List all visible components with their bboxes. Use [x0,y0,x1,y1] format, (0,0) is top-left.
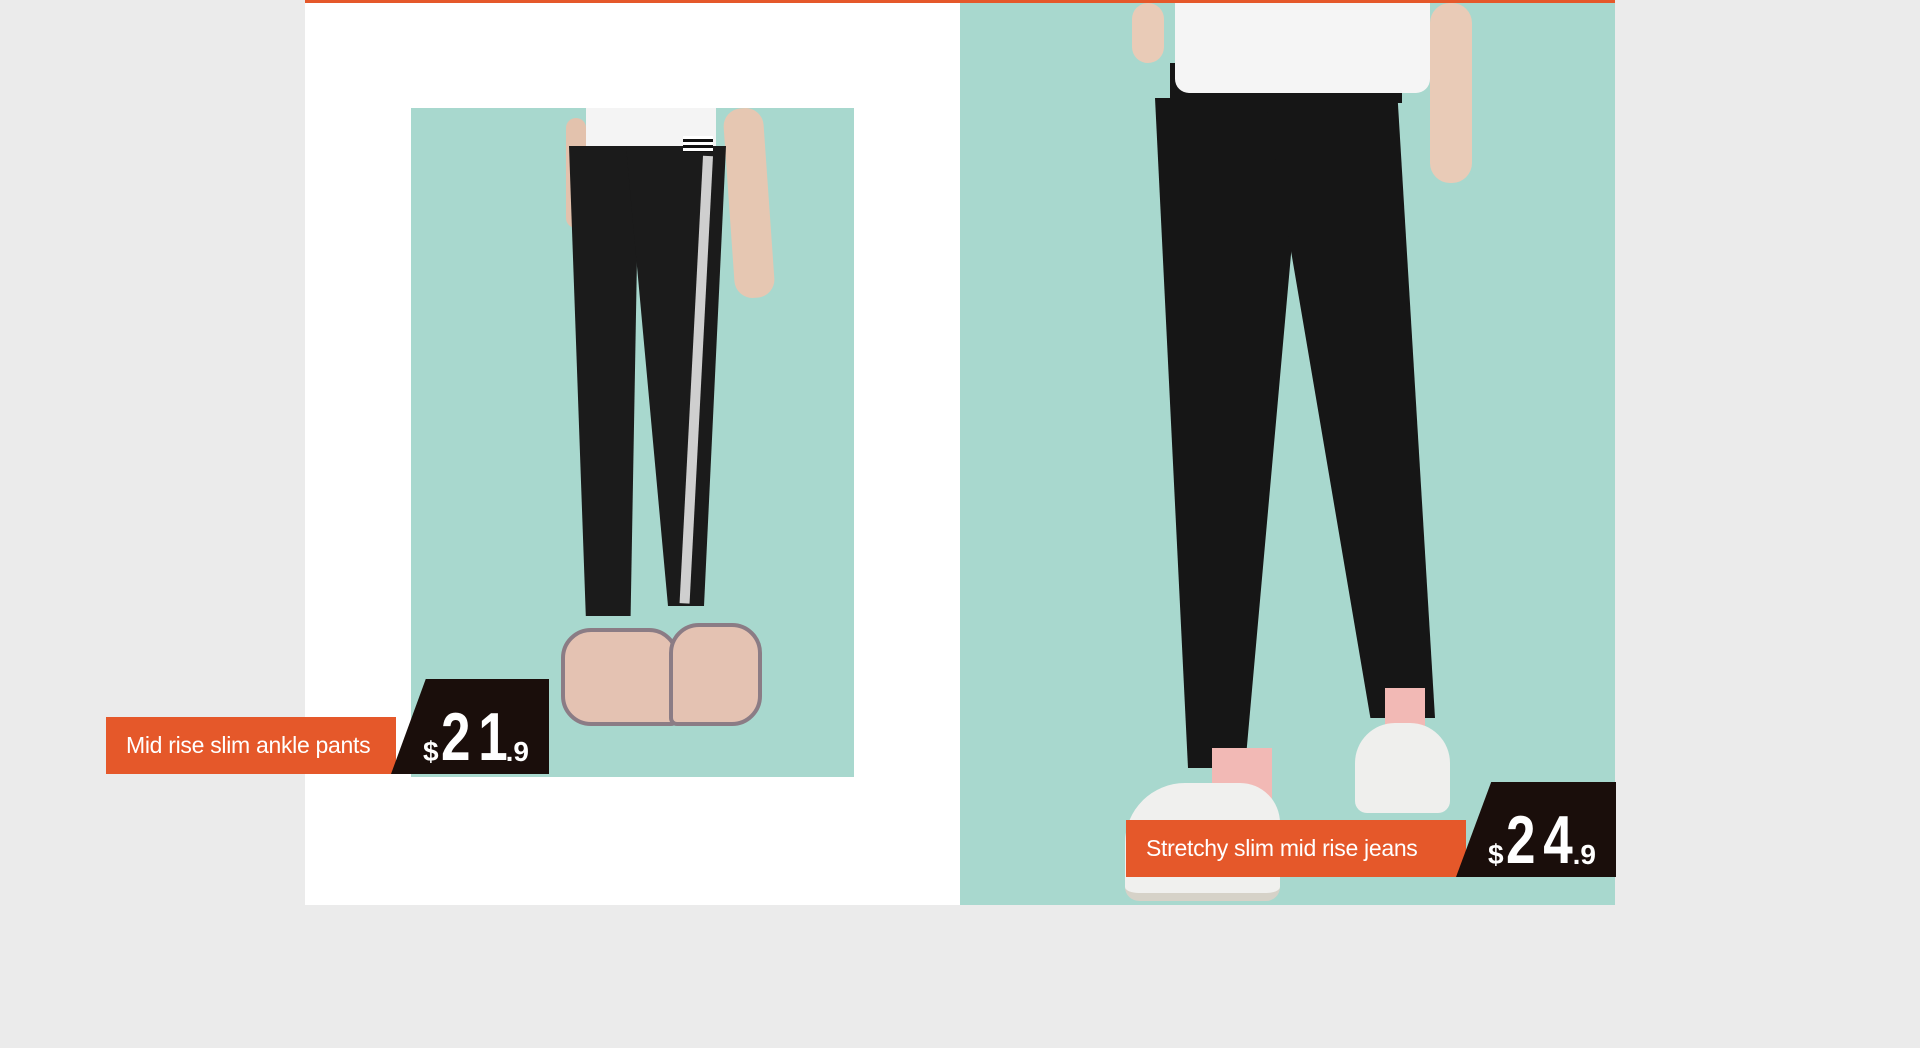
pant-leg-left [569,146,639,616]
jeans-leg-right [1265,98,1435,718]
product-card-jeans[interactable] [960,3,1615,905]
sneaker-right [1355,723,1450,813]
sandal-right [669,623,762,726]
arm-left [1132,3,1164,63]
price-integer: 24 [1506,802,1581,878]
pant-leg-right [626,146,726,606]
product-name: Mid rise slim ankle pants [106,717,396,774]
price-decimal: .9 [1572,839,1596,870]
shirt-hem [1175,3,1430,93]
arm-right [722,108,776,300]
sandal-left [561,628,679,726]
arm-right [1430,3,1472,183]
currency-symbol: $ [423,736,439,767]
product-name: Stretchy slim mid rise jeans [1126,820,1466,877]
price-decimal: .9 [505,736,529,767]
product-photo-ankle-pants[interactable] [411,108,854,777]
price-badge-ankle-pants[interactable]: Mid rise slim ankle pants $ 21 .9 [106,679,549,774]
price-integer: 21 [441,699,516,775]
price-badge-jeans[interactable]: Stretchy slim mid rise jeans $ 24 .9 [1126,782,1616,877]
currency-symbol: $ [1488,839,1504,870]
waistband-stripe [683,136,713,152]
